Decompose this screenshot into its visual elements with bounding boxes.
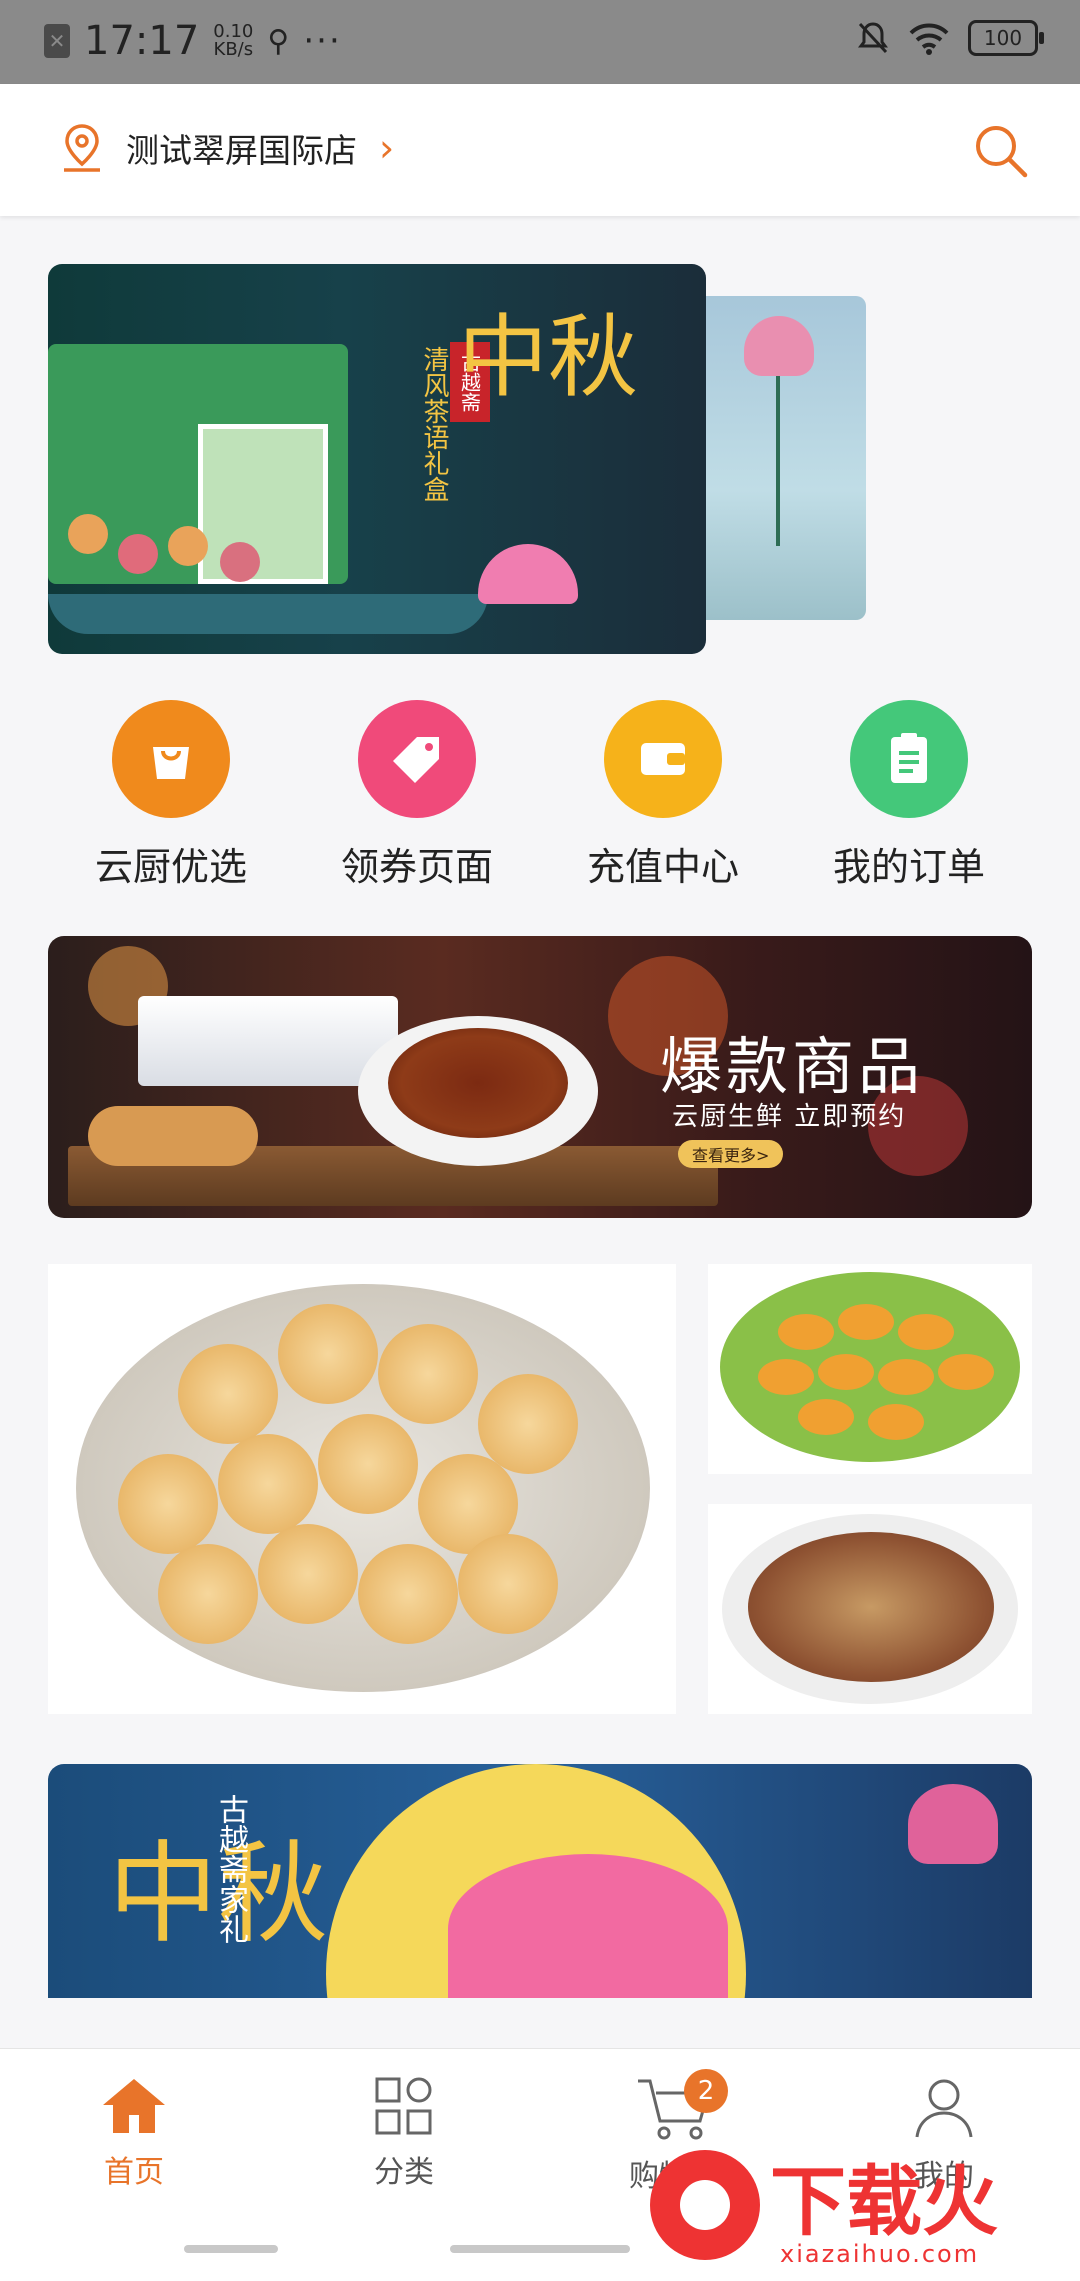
location-pin-icon [64,124,100,172]
cracker-image [358,1544,458,1644]
tab-home[interactable]: 首页 [54,2075,214,2191]
category-yunchu-youxuan[interactable]: 云厨优选 [48,700,294,891]
cracker-image [478,1374,578,1474]
search-icon [976,126,1028,178]
boat-image [48,594,488,634]
apricot-image [898,1314,954,1350]
carousel-slide[interactable]: 清风茶语礼盒 古越斋 中秋 [48,264,706,654]
status-time: 17:17 [84,18,200,64]
cracker-image [258,1524,358,1624]
battery-indicator: 100 [968,20,1044,56]
store-selector[interactable]: 测试翠屏国际店 › [56,122,394,174]
gift-box-image [448,1854,728,1998]
category-label: 领券页面 [340,845,493,889]
carousel-next-slide[interactable] [704,296,866,620]
category-label: 我的订单 [832,845,985,889]
app-header: 测试翠屏国际店 › [0,84,1080,216]
apricot-image [838,1304,894,1340]
lotus-image [908,1784,998,1864]
tab-label: 分类 [374,2155,434,2190]
watermark-url: xiazaihuo.com [780,2240,980,2268]
user-icon [915,2079,973,2138]
see-more-button[interactable]: 查看更多> [678,1140,784,1168]
shopping-bag-icon [112,700,230,818]
status-bar: ✕ 17:17 0.10 KB/s ⚲ ··· 100 [0,0,1080,84]
usb-icon: ⚲ [267,23,290,59]
nav-handle [184,2245,278,2253]
tab-label: 首页 [104,2155,164,2190]
watermark: 下载火 xiazaihuo.com [640,2140,1080,2280]
lotus-image [478,544,578,604]
category-my-orders[interactable]: 我的订单 [786,700,1032,891]
mid-autumn-banner-subtitle: 古越斋家礼 [213,1794,248,1944]
tea-box-image [198,424,328,584]
tag-icon [358,700,476,818]
apricot-image [878,1359,934,1395]
product-tile-crackers[interactable] [48,1264,676,1714]
carousel-subtitle: 清风茶语礼盒 [419,346,449,502]
apricot-image [868,1404,924,1440]
product-boxes-image [138,996,398,1086]
apricot-image [818,1354,874,1390]
category-label: 充值中心 [586,845,739,889]
mooncake-image [118,534,158,574]
watermark-logo-icon [650,2150,760,2260]
grid-icon [375,2077,432,2135]
promo-banner-title: 爆款商品 [660,1030,925,1103]
product-tile-apricots[interactable] [708,1264,1032,1474]
cracker-image [458,1534,558,1634]
mid-autumn-banner[interactable]: 中秋 古越斋家礼 [48,1764,1032,1998]
mixed-nuts-image [748,1532,994,1682]
home-icon [103,2079,165,2133]
more-notifications-icon: ··· [303,21,342,61]
braised-pork-image [388,1028,568,1138]
cracker-image [318,1414,418,1514]
mute-bell-icon [858,22,888,54]
watermark-text: 下载火 [770,2157,998,2246]
tab-category[interactable]: 分类 [324,2075,484,2191]
mooncake-image [220,542,260,582]
apricot-image [938,1354,994,1390]
apricot-image [758,1359,814,1395]
product-tile-nuts[interactable] [708,1504,1032,1714]
wifi-icon [909,23,949,55]
lotus-stem [776,376,780,546]
cracker-image [118,1454,218,1554]
category-coupons[interactable]: 领券页面 [294,700,540,891]
mooncake-image [168,526,208,566]
cracker-image [158,1544,258,1644]
cracker-image [178,1344,278,1444]
cracker-image [218,1434,318,1534]
home-indicator[interactable] [450,2245,630,2253]
cart-badge: 2 [684,2069,728,2113]
wallet-icon [604,700,722,818]
lotus-image [744,316,814,376]
cracker-image [278,1304,378,1404]
bread-image [88,1106,258,1166]
chevron-right-icon: › [379,126,395,170]
category-recharge[interactable]: 充值中心 [540,700,786,891]
promo-banner-subtitle: 云厨生鲜 立即预约 [672,1102,907,1132]
carousel-title: 中秋 [458,305,638,410]
network-speed: 0.10 KB/s [213,23,253,59]
promo-banner[interactable]: 爆款商品 云厨生鲜 立即预约 查看更多> [48,936,1032,1218]
category-grid: 云厨优选 领券页面 充值中心 我的订单 [0,700,1080,890]
category-label: 云厨优选 [94,845,247,889]
apricot-image [798,1399,854,1435]
search-button[interactable] [972,122,1030,184]
clipboard-icon [850,700,968,818]
cracker-image [378,1324,478,1424]
notification-icon: ✕ [44,24,70,58]
mooncake-image [68,514,108,554]
store-name: 测试翠屏国际店 [126,131,357,170]
network-speed-unit: KB/s [213,39,254,60]
apricot-image [778,1314,834,1350]
